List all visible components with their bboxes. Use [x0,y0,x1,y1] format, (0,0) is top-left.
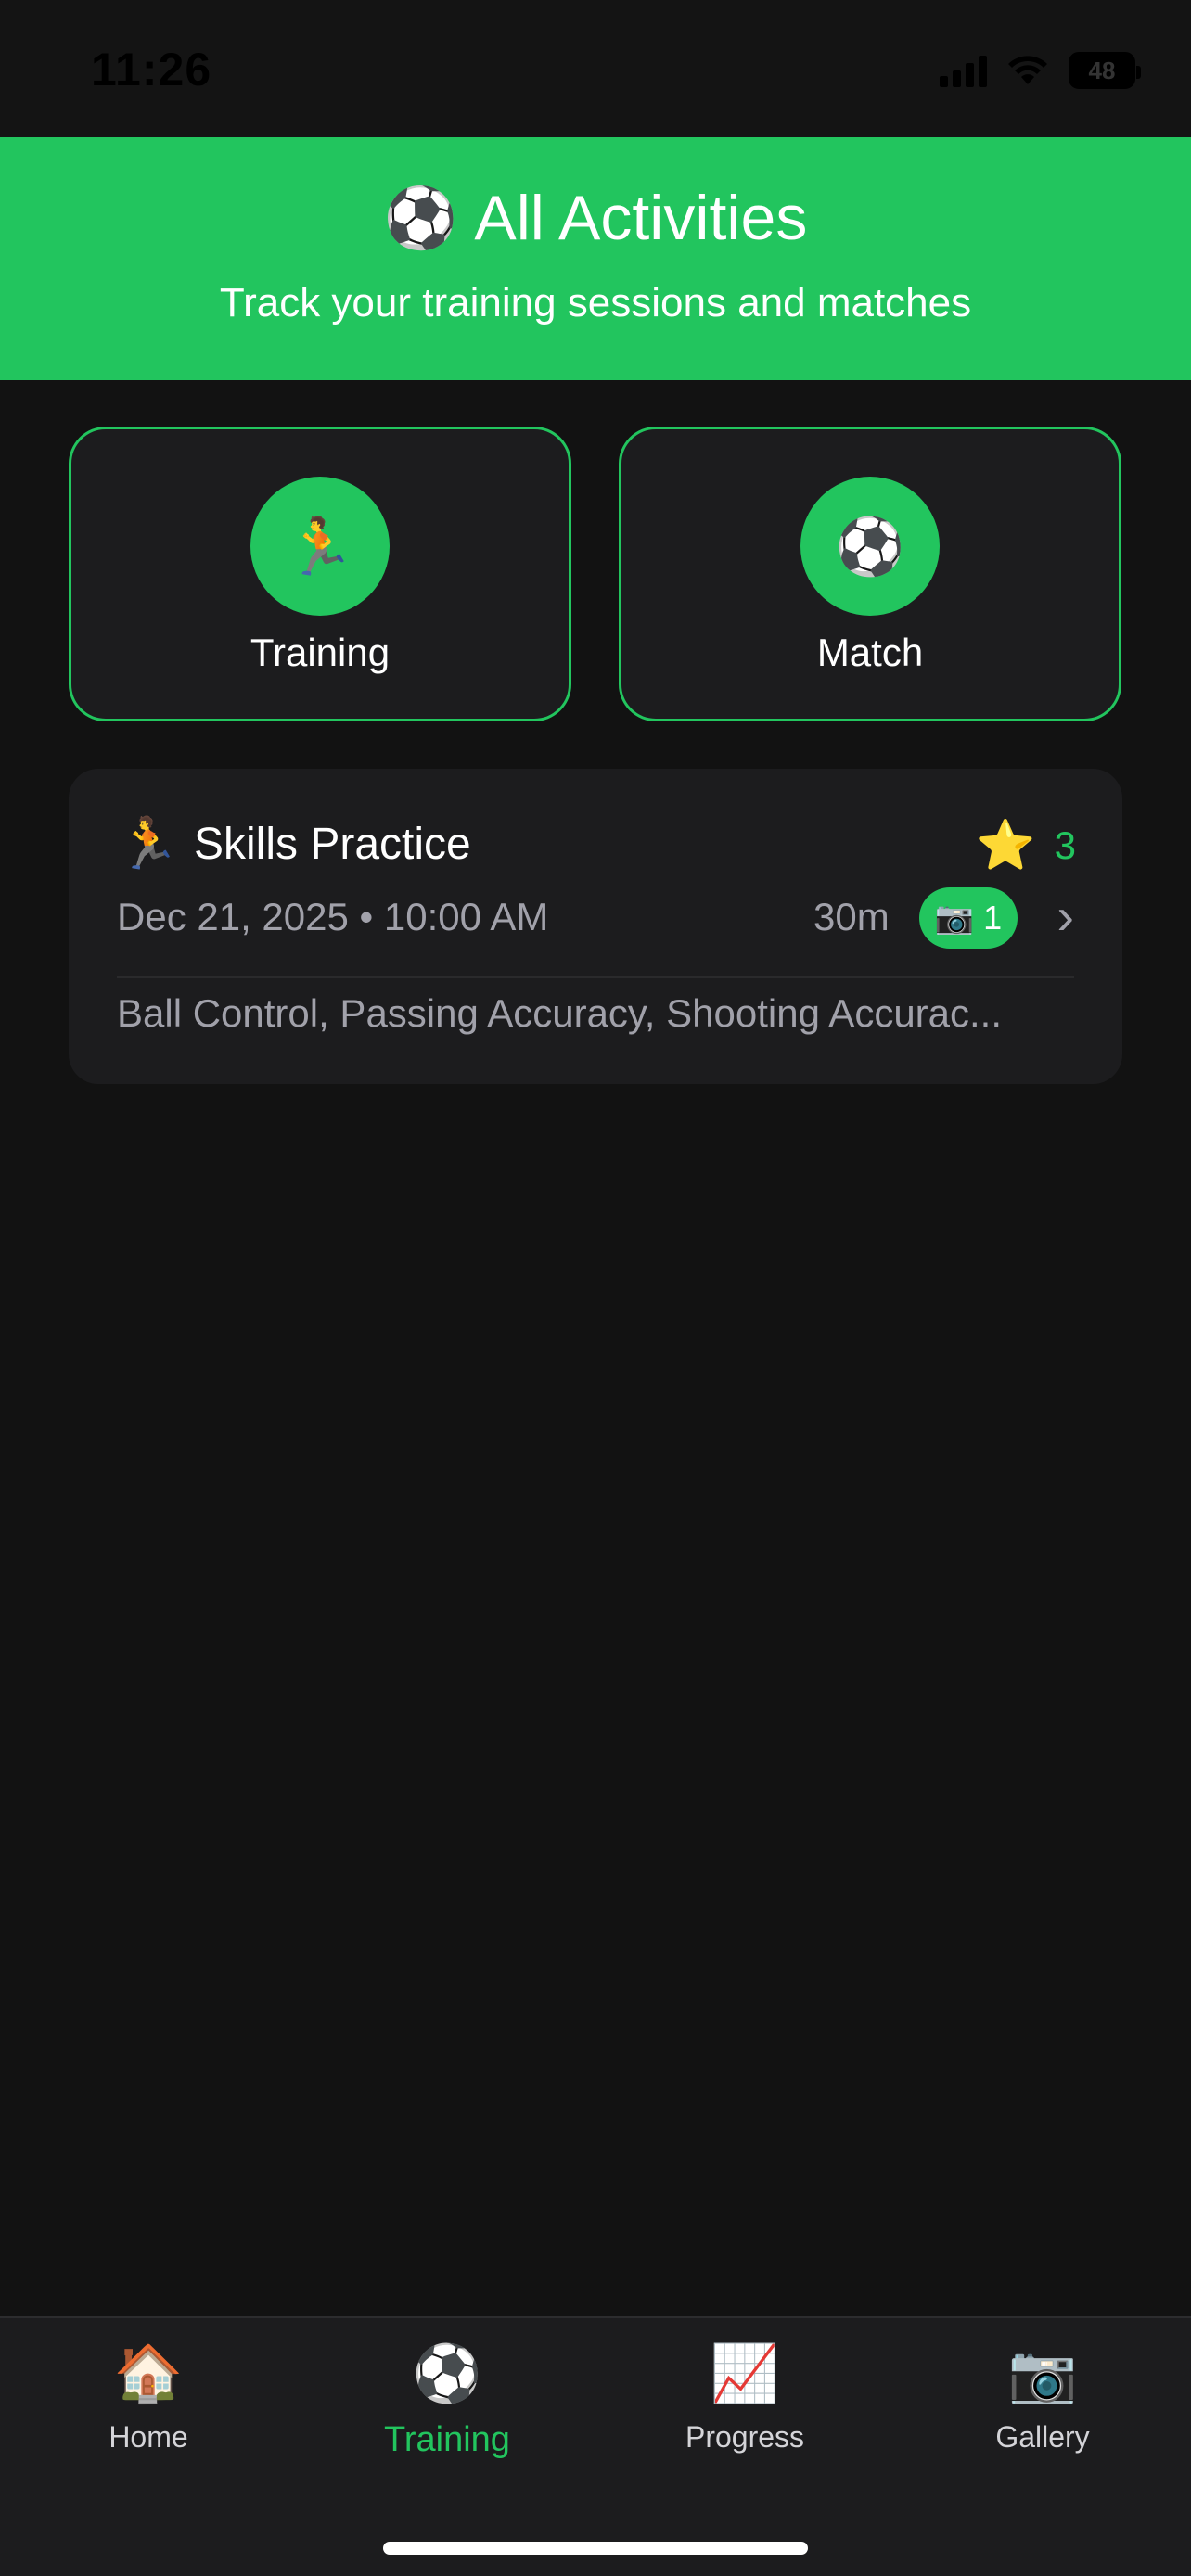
activity-datetime: Dec 21, 2025 • 10:00 AM [117,895,548,939]
runner-icon: 🏃 [250,477,390,616]
tab-bar: 🏠 Home ⚽ Training 📈 Progress 📷 Gallery [0,2316,1191,2576]
activity-time: 10:00 AM [383,895,549,938]
training-button-label: Training [250,631,391,674]
tab-training[interactable]: ⚽ Training [336,2337,558,2485]
activity-card[interactable]: 🏃 Skills Practice ⭐ 3 Dec 21, 2025 • 10:… [69,769,1122,1084]
page-header: ⚽ All Activities Track your training ses… [0,137,1191,380]
activity-rating: ⭐ 3 [976,817,1076,874]
camera-icon: 📷 [1007,2342,1078,2404]
cellular-signal-icon [940,54,987,87]
page-subtitle: Track your training sessions and matches [219,280,972,325]
activities-screen: 11:26 48 ⚽ All Activities Track your tra… [0,0,1191,2576]
tab-home[interactable]: 🏠 Home [37,2337,260,2485]
activity-skills: Ball Control, Passing Accuracy, Shooting… [117,991,1003,1035]
runner-icon: 🏃 [117,816,180,872]
rating-value: 3 [1054,823,1076,867]
new-match-button[interactable]: ⚽ Match [619,427,1121,721]
status-time: 11:26 [91,44,212,96]
battery-icon: 48 [1069,52,1141,89]
tab-gallery[interactable]: 📷 Gallery [931,2337,1154,2485]
new-training-button[interactable]: 🏃 Training [69,427,571,721]
tab-label: Training [384,2420,510,2459]
chart-increasing-icon: 📈 [710,2342,780,2404]
status-bar: 11:26 48 [0,0,1191,137]
photo-count-badge: 📷 1 [919,887,1018,949]
camera-icon: 📷 [934,900,975,936]
house-icon: 🏠 [113,2342,184,2404]
match-button-label: Match [816,631,924,674]
datetime-separator: • [359,895,374,938]
battery-level: 48 [1088,56,1116,84]
star-icon: ⭐ [975,819,1036,873]
divider [117,976,1074,978]
tab-label: Gallery [995,2420,1090,2454]
status-icons: 48 [940,50,1141,91]
soccer-ball-icon: ⚽ [383,185,458,251]
activity-title: Skills Practice [194,820,471,869]
soccer-ball-icon: ⚽ [412,2342,482,2404]
tab-progress[interactable]: 📈 Progress [634,2337,856,2485]
activity-duration: 30m [813,895,890,938]
tab-label: Progress [685,2420,805,2454]
activity-date: Dec 21, 2025 [117,895,349,938]
soccer-ball-icon: ⚽ [800,477,940,616]
chevron-right-icon: › [1057,886,1074,945]
page-title: All Activities [474,183,808,253]
wifi-icon [1008,56,1047,84]
header-title-row: ⚽ All Activities [0,182,1191,254]
photo-count: 1 [983,899,1003,937]
home-indicator[interactable] [383,2542,808,2555]
tab-label: Home [109,2420,188,2454]
